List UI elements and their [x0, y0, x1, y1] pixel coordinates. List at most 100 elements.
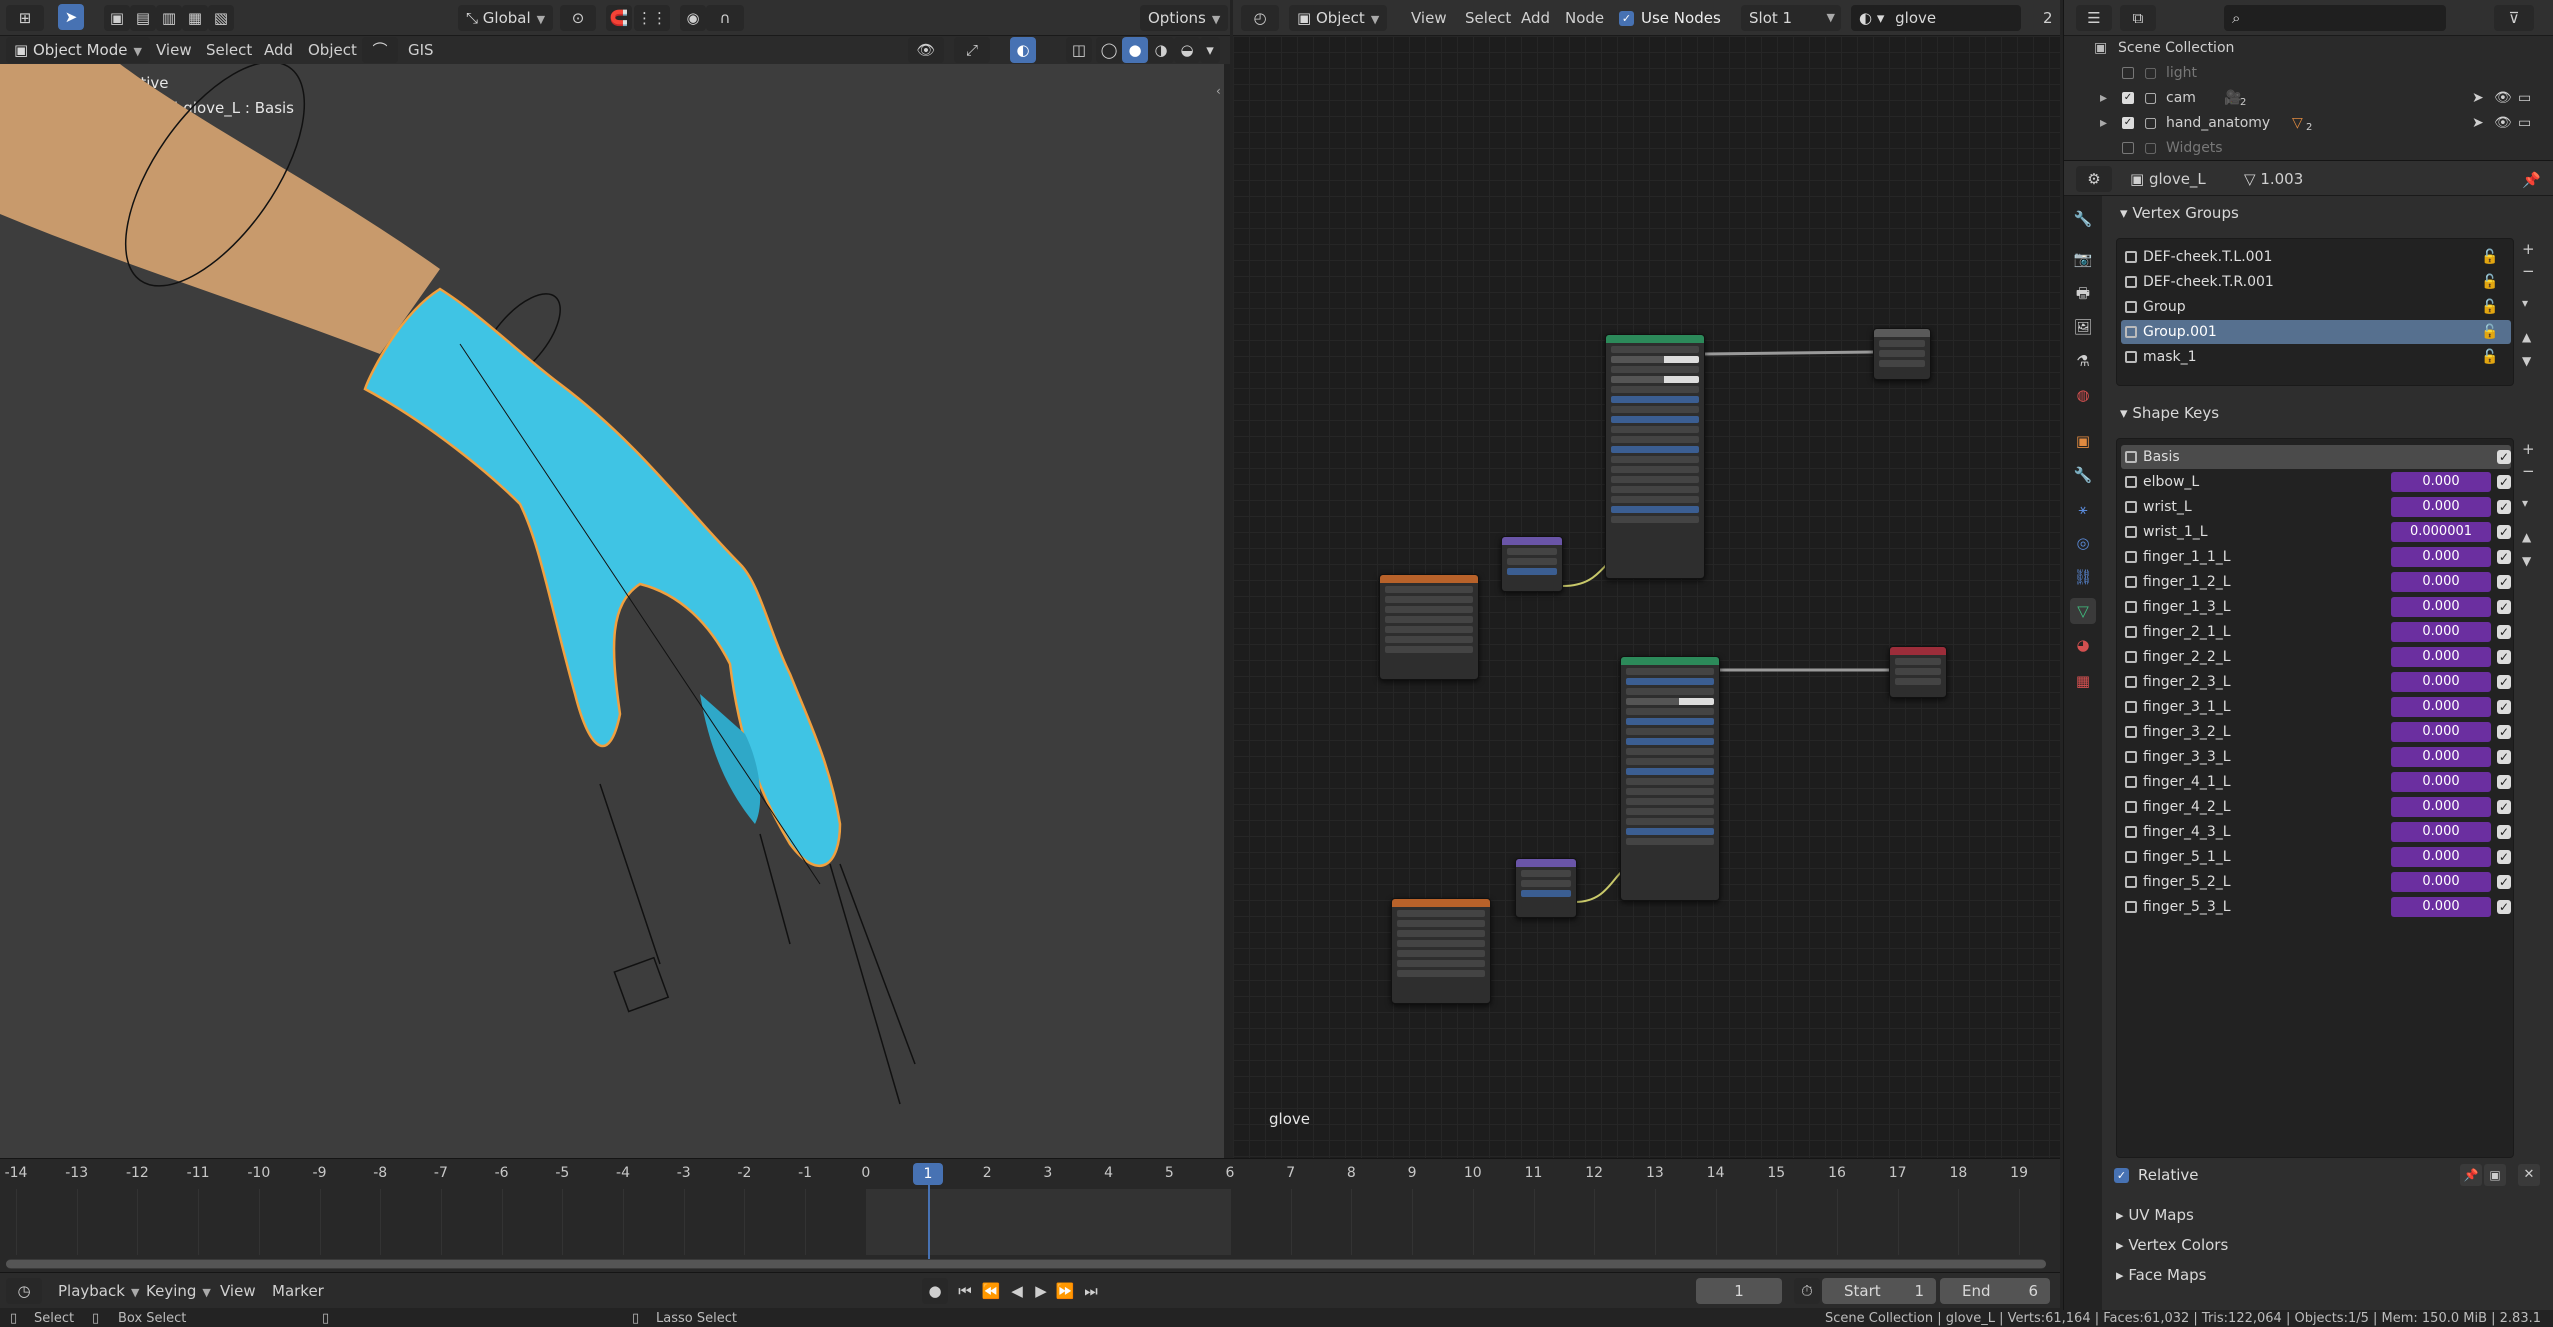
- scene-collection-row[interactable]: ▣ Scene Collection: [2064, 36, 2553, 61]
- object-name-field[interactable]: ▣ glove_L: [2130, 166, 2206, 192]
- shape-key-mute-checkbox[interactable]: ✓: [2497, 775, 2511, 789]
- shape-key-mute-checkbox[interactable]: ✓: [2497, 600, 2511, 614]
- exclude-checkbox-cam[interactable]: ✓: [2122, 92, 2134, 104]
- frame-field[interactable]: 1: [1696, 1278, 1782, 1304]
- mode-dropdown[interactable]: ▣ Object Mode ▼: [6, 37, 150, 63]
- pivot-icon[interactable]: ⊙: [560, 5, 596, 31]
- select-tool-icon[interactable]: ➤: [58, 4, 84, 30]
- shape-key-item[interactable]: finger_1_1_L 0.000 ✓: [2121, 545, 2511, 569]
- vertex-group-item[interactable]: mask_1 🔓: [2121, 345, 2511, 369]
- outliner-item-light[interactable]: ▢ light: [2064, 61, 2553, 86]
- node-menu-node[interactable]: Node: [1565, 5, 1604, 31]
- material-output-node-1[interactable]: [1873, 328, 1931, 380]
- exclude-checkbox-light[interactable]: [2122, 67, 2134, 79]
- shape-key-value-field[interactable]: 0.000: [2391, 572, 2491, 592]
- outliner-search[interactable]: ⌕: [2224, 5, 2446, 31]
- menu-gis[interactable]: GIS: [408, 37, 434, 63]
- menu-select[interactable]: Select: [206, 37, 252, 63]
- shape-key-mute-checkbox[interactable]: ✓: [2497, 575, 2511, 589]
- select-invert-icon[interactable]: ▦: [182, 5, 208, 31]
- render-icon[interactable]: ▭: [2518, 86, 2531, 111]
- jump-end-icon[interactable]: ⏭: [1078, 1278, 1104, 1304]
- shape-key-item[interactable]: finger_2_2_L 0.000 ✓: [2121, 645, 2511, 669]
- 3d-viewport[interactable]: Camera Perspective (1) Scene Collection …: [0, 64, 1224, 1158]
- image-texture-node-1[interactable]: [1379, 574, 1479, 680]
- shading-rendered-icon[interactable]: ◒: [1174, 37, 1200, 63]
- render-tab-icon[interactable]: 📷: [2070, 246, 2096, 272]
- vertex-group-item-selected[interactable]: Group.001 🔓: [2121, 320, 2511, 344]
- mesh-data-tab-icon[interactable]: ▽: [2070, 598, 2096, 624]
- menu-playback[interactable]: Playback ▼: [58, 1278, 139, 1304]
- next-keyframe-icon[interactable]: ⏩: [1052, 1278, 1078, 1304]
- shape-key-value-field[interactable]: 0.000001: [2391, 522, 2491, 542]
- texture-tab-icon[interactable]: ▦: [2070, 668, 2096, 694]
- clock-icon[interactable]: ⏱: [1794, 1278, 1820, 1304]
- outliner-item-cam[interactable]: ▸ ✓ ▢ cam 🎥 2 ➤ 👁 ▭: [2064, 86, 2553, 111]
- shape-key-value-field[interactable]: 0.000: [2391, 772, 2491, 792]
- current-frame-indicator[interactable]: 1: [913, 1163, 943, 1185]
- shape-key-up-icon[interactable]: ▲: [2522, 530, 2531, 544]
- transform-orientation-dropdown[interactable]: ⤡ Global ▼: [458, 5, 554, 31]
- shape-key-item[interactable]: finger_4_1_L 0.000 ✓: [2121, 770, 2511, 794]
- shape-key-item[interactable]: finger_1_2_L 0.000 ✓: [2121, 570, 2511, 594]
- shading-wireframe-icon[interactable]: ◯: [1096, 37, 1122, 63]
- material-output-node-2[interactable]: [1889, 646, 1947, 698]
- overlays-icon[interactable]: ◐: [1010, 37, 1036, 63]
- shape-key-item[interactable]: finger_1_3_L 0.000 ✓: [2121, 595, 2511, 619]
- shape-key-mute-checkbox[interactable]: ✓: [2497, 500, 2511, 514]
- shape-key-mute-checkbox[interactable]: ✓: [2497, 675, 2511, 689]
- options-dropdown[interactable]: Options ▼: [1140, 5, 1229, 31]
- timeline[interactable]: -14-13-12-11-10-9-8-7-6-5-4-3-2-10123456…: [0, 1158, 2060, 1286]
- shading-material-icon[interactable]: ◑: [1148, 37, 1174, 63]
- shape-key-value-field[interactable]: 0.000: [2391, 747, 2491, 767]
- material-tab-icon[interactable]: ◕: [2070, 632, 2096, 658]
- shape-key-item[interactable]: finger_4_2_L 0.000 ✓: [2121, 795, 2511, 819]
- timeline-scrollbar[interactable]: [6, 1259, 2046, 1269]
- display-mode-icon[interactable]: ⧉: [2120, 5, 2156, 31]
- shape-key-mute-checkbox[interactable]: ✓: [2497, 800, 2511, 814]
- shape-key-item[interactable]: finger_3_3_L 0.000 ✓: [2121, 745, 2511, 769]
- shape-key-item[interactable]: finger_3_1_L 0.000 ✓: [2121, 695, 2511, 719]
- proportional-edit-icon[interactable]: ◉: [680, 5, 706, 31]
- menu-view[interactable]: View: [156, 37, 192, 63]
- falloff-icon[interactable]: ∩: [706, 5, 744, 31]
- shape-keys-panel-header[interactable]: ▾ Shape Keys: [2120, 400, 2219, 426]
- node-editor[interactable]: glove: [1233, 36, 2060, 1158]
- shape-key-value-field[interactable]: 0.000: [2391, 472, 2491, 492]
- move-down-icon[interactable]: ▼: [2522, 354, 2531, 368]
- shape-key-mute-checkbox[interactable]: ✓: [2497, 450, 2511, 464]
- snap-icon[interactable]: 🧲: [606, 5, 632, 31]
- remove-vertex-group-icon[interactable]: −: [2522, 262, 2535, 280]
- shape-key-value-field[interactable]: 0.000: [2391, 722, 2491, 742]
- record-icon[interactable]: ●: [922, 1278, 948, 1304]
- selectable-icon[interactable]: ➤: [2472, 111, 2484, 136]
- tool-tab-icon[interactable]: 🔧: [2070, 206, 2096, 232]
- add-vertex-group-icon[interactable]: +: [2522, 240, 2535, 258]
- node-type-dropdown[interactable]: ▣ Object ▼: [1289, 5, 1388, 31]
- outliner-type-icon[interactable]: ☰: [2076, 5, 2112, 31]
- shape-key-mute-checkbox[interactable]: ✓: [2497, 750, 2511, 764]
- shape-key-mute-checkbox[interactable]: ✓: [2497, 550, 2511, 564]
- editor-type-icon[interactable]: ⊞: [6, 5, 44, 31]
- eye-icon[interactable]: 👁: [2494, 86, 2512, 111]
- shape-key-value-field[interactable]: 0.000: [2391, 672, 2491, 692]
- prev-keyframe-icon[interactable]: ⏪: [978, 1278, 1004, 1304]
- shape-key-mute-checkbox[interactable]: ✓: [2497, 875, 2511, 889]
- shape-key-mute-checkbox[interactable]: ✓: [2497, 525, 2511, 539]
- expand-arrow-icon[interactable]: ▸: [2100, 86, 2107, 111]
- shape-key-value-field[interactable]: 0.000: [2391, 697, 2491, 717]
- node-menu-select[interactable]: Select: [1465, 5, 1511, 31]
- remove-shape-key-icon[interactable]: −: [2522, 462, 2535, 480]
- exclude-checkbox-hand[interactable]: ✓: [2122, 117, 2134, 129]
- clear-weights-icon[interactable]: ✕: [2518, 1164, 2540, 1186]
- relative-checkbox[interactable]: ✓: [2114, 1168, 2129, 1183]
- shape-key-value-field[interactable]: 0.000: [2391, 822, 2491, 842]
- shape-key-value-field[interactable]: 0.000: [2391, 547, 2491, 567]
- visibility-icon[interactable]: 👁: [908, 37, 944, 63]
- shading-options-icon[interactable]: ▾: [1200, 37, 1220, 63]
- shape-key-item[interactable]: finger_4_3_L 0.000 ✓: [2121, 820, 2511, 844]
- eye-icon[interactable]: 👁: [2494, 111, 2512, 136]
- end-frame-field[interactable]: End 6: [1940, 1278, 2050, 1304]
- shape-key-value-field[interactable]: 0.000: [2391, 497, 2491, 517]
- shape-key-mute-checkbox[interactable]: ✓: [2497, 725, 2511, 739]
